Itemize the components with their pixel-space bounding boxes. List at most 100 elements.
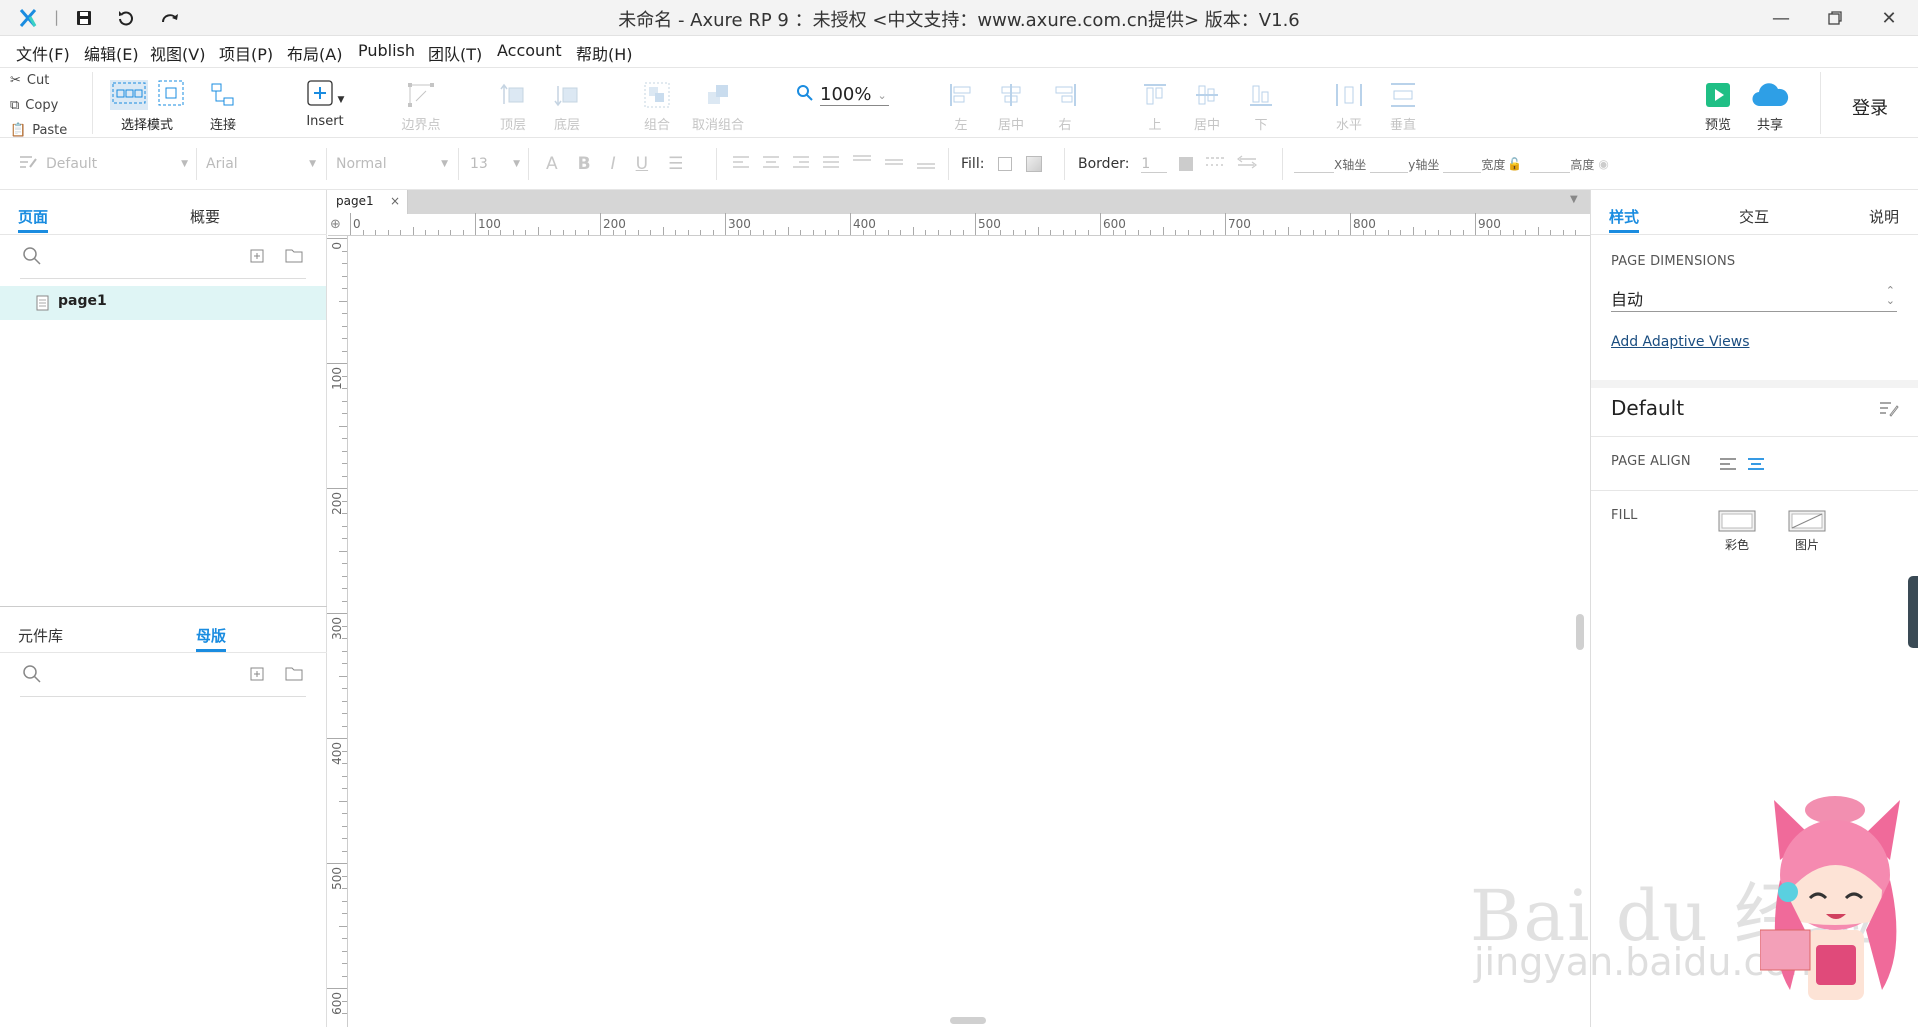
menu-project[interactable]: 项目(P) [219,41,273,65]
arrow-style-icon[interactable] [1237,155,1258,173]
tab-libraries[interactable]: 元件库 [18,625,63,646]
restore-button[interactable] [1808,0,1862,36]
side-handle[interactable] [1908,576,1918,648]
font-color-icon[interactable]: A [546,154,558,174]
ruler-tick [887,230,889,235]
text-align-left-icon[interactable] [732,155,750,173]
ruler-tick [837,230,839,235]
add-master-icon[interactable] [250,666,264,685]
add-master-folder-icon[interactable] [285,665,303,685]
tab-pages[interactable]: 页面 [18,206,48,227]
ruler-origin-icon[interactable]: ⊕ [330,217,341,232]
design-canvas[interactable] [349,237,1590,1027]
height-input[interactable] [1530,155,1571,173]
ruler-tick [1475,213,1476,235]
add-folder-icon[interactable] [285,247,303,267]
tab-notes[interactable]: 说明 [1869,206,1899,227]
connect-button[interactable]: 连接 [205,68,241,138]
align-bottom-button[interactable]: 下 [1244,68,1278,138]
tab-masters[interactable]: 母版 [196,625,226,646]
fill-color-button[interactable]: 彩色 [1715,510,1759,553]
border-width-input[interactable]: 1 [1141,156,1168,173]
distribute-horizontal-button[interactable]: 水平 [1332,68,1366,138]
text-justify-icon[interactable] [822,155,840,173]
horizontal-scrollbar[interactable] [950,1017,986,1024]
bring-to-front-button[interactable]: 顶层 [496,68,530,138]
insert-button[interactable]: ▼ Insert [300,68,350,138]
menu-team[interactable]: 团队(T) [428,41,482,65]
align-top-button[interactable]: 上 [1138,68,1172,138]
page-align-center-icon[interactable] [1747,456,1765,475]
edit-style-icon[interactable] [1879,400,1899,422]
font-weight-select[interactable]: Normal ▼ [336,138,448,190]
group-button[interactable]: 组合 [640,68,674,138]
panel-splitter[interactable] [0,606,327,607]
select-mode-button[interactable]: 选择模式 [104,68,190,138]
send-to-back-button[interactable]: 底层 [550,68,584,138]
font-select[interactable]: Arial ▼ [206,138,316,190]
add-adaptive-views-link[interactable]: Add Adaptive Views [1611,334,1749,350]
ruler-tick [1400,230,1401,235]
text-align-center-icon[interactable] [762,155,780,173]
share-button[interactable]: 共享 [1750,68,1790,138]
ungroup-button[interactable]: 取消组合 [690,68,746,138]
tab-page1[interactable]: page1 × [328,190,408,214]
masters-search-icon[interactable] [22,664,42,688]
shadow-swatch[interactable] [1026,156,1043,172]
menu-edit[interactable]: 编辑(E) [84,41,139,65]
copy-button[interactable]: ⧉ Copy [10,94,58,116]
align-middle-button[interactable]: 居中 [1190,68,1224,138]
close-tab-icon[interactable]: × [390,194,400,208]
visibility-eye-icon[interactable]: ◉ [1598,157,1608,171]
tab-outline[interactable]: 概要 [190,206,220,227]
ruler-tick [342,963,347,964]
bullet-list-icon[interactable]: ☰ [668,154,683,174]
tab-interactions[interactable]: 交互 [1739,206,1769,227]
menu-file[interactable]: 文件(F) [16,41,70,65]
points-button[interactable]: 边界点 [396,68,446,138]
border-color-swatch[interactable] [1179,157,1194,171]
fill-color-swatch[interactable] [998,157,1013,171]
fill-image-button[interactable]: 图片 [1785,510,1829,553]
vertical-align-bottom-icon[interactable] [916,155,936,173]
zoom-control[interactable]: 100% ⌄ [796,84,890,106]
vertical-align-middle-icon[interactable] [884,155,904,173]
minimize-button[interactable]: — [1754,0,1808,36]
menu-publish[interactable]: Publish [358,41,415,60]
align-left-button[interactable]: 左 [944,68,978,138]
text-align-right-icon[interactable] [792,155,810,173]
align-right-button[interactable]: 右 [1048,68,1082,138]
menu-help[interactable]: 帮助(H) [576,41,633,65]
distribute-vertical-button[interactable]: 垂直 [1386,68,1420,138]
align-middle-icon [1194,80,1220,110]
cut-button[interactable]: ✂ Cut [10,69,49,91]
align-center-button[interactable]: 居中 [994,68,1028,138]
page-list-item[interactable]: page1 [0,286,326,320]
preview-button[interactable]: 预览 [1700,68,1736,138]
close-button[interactable]: ✕ [1862,0,1916,36]
italic-icon[interactable]: I [611,154,616,174]
page-align-left-icon[interactable] [1719,456,1737,475]
fill-group: Fill: [961,138,1043,190]
width-input[interactable] [1443,155,1482,173]
vertical-align-top-icon[interactable] [852,155,872,173]
page-dimensions-select[interactable]: 自动 ⌃ ⌄ [1611,285,1897,312]
x-input[interactable] [1294,155,1334,173]
style-select[interactable]: Default ▼ [18,138,188,190]
font-size-select[interactable]: 13 ▼ [470,138,520,190]
vertical-scrollbar[interactable] [1576,614,1584,650]
tabs-dropdown-icon[interactable]: ▼ [1570,194,1578,205]
login-button[interactable]: 登录 [1852,94,1888,120]
divider [948,148,949,180]
menu-view[interactable]: 视图(V) [150,41,205,65]
menu-arrange[interactable]: 布局(A) [287,41,342,65]
pages-search-icon[interactable] [22,246,42,270]
add-page-icon[interactable] [250,248,264,267]
y-input[interactable] [1370,155,1409,173]
menu-account[interactable]: Account [497,41,562,60]
lock-icon[interactable]: 🔓 [1507,157,1522,171]
border-style-icon[interactable] [1205,155,1225,173]
underline-icon[interactable]: U [636,154,648,174]
bold-icon[interactable]: B [578,154,591,174]
tab-style[interactable]: 样式 [1609,206,1639,227]
